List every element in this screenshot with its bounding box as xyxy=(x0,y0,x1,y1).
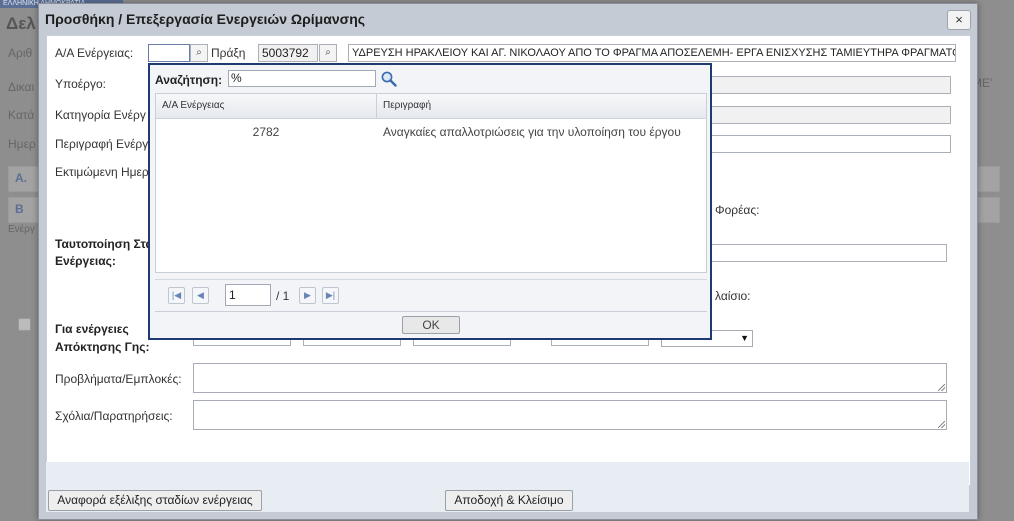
background-label-kata: Κατά xyxy=(8,108,35,122)
katigoria-label: Κατηγορία Ενέργ xyxy=(55,108,146,122)
praxi-description-field: ΥΔΡΕΥΣΗ ΗΡΑΚΛΕΙΟΥ ΚΑΙ ΑΓ. ΝΙΚΟΛΑΟΥ ΑΠΟ Τ… xyxy=(348,44,956,62)
close-button[interactable]: × xyxy=(947,10,971,30)
tautopoiisi-field[interactable] xyxy=(707,244,947,262)
background-row-checkbox[interactable] xyxy=(18,318,31,331)
praxi-code-field: 5003792 xyxy=(258,44,318,62)
pager: |◀ ◀ 1 / 1 ▶ ▶| xyxy=(155,279,707,310)
chevron-down-icon: ▼ xyxy=(740,333,749,343)
page-number-input[interactable]: 1 xyxy=(225,284,271,306)
row-id-cell: 2782 xyxy=(252,125,280,139)
last-page-icon: ▶| xyxy=(325,290,336,300)
resize-handle-icon[interactable] xyxy=(938,384,945,391)
table-row[interactable]: 2782 Αναγκαίες απαλλοτριώσεις για την υλ… xyxy=(156,119,706,145)
background-label-energ: Ενέργ xyxy=(8,224,35,235)
aa-energeias-label: Α/Α Ενέργειας: xyxy=(55,46,134,60)
resize-handle-icon[interactable] xyxy=(938,421,945,428)
gia-energeies-label-line2: Απόκτησης Γης: xyxy=(55,340,150,354)
next-page-icon: ▶ xyxy=(304,290,311,300)
plaisio-label: λαίσιο: xyxy=(715,289,751,303)
background-label-imer: Ημερ xyxy=(8,137,36,151)
praxi-label: Πράξη xyxy=(211,46,246,60)
search-input[interactable]: % xyxy=(228,70,376,87)
tautopoiisi-label-line1: Ταυτοποίηση Στα xyxy=(55,237,153,251)
perigrafi-field[interactable] xyxy=(707,135,951,153)
search-label: Αναζήτηση: xyxy=(155,73,223,87)
praxi-lookup-button[interactable]: ⌕ xyxy=(319,44,337,62)
aa-energeias-lookup-button[interactable]: ⌕ xyxy=(190,44,208,62)
foreas-label: Φορέας: xyxy=(715,203,760,217)
stage-report-button[interactable]: Αναφορά εξέλιξης σταδίων ενέργειας xyxy=(48,490,262,511)
section-a-label: Α. xyxy=(15,171,27,185)
ypoergo-label: Υποέργο: xyxy=(55,77,106,91)
background-label-arith: Αριθ xyxy=(8,46,33,60)
column-header-perigrafi[interactable]: Περιγραφή xyxy=(377,94,706,118)
perigrafi-label: Περιγραφή Ενέργ xyxy=(55,137,149,151)
background-heading: Δελ xyxy=(6,14,36,33)
tautopoiisi-label-line2: Ενέργειας: xyxy=(55,254,116,268)
search-icon: ⌕ xyxy=(325,47,331,58)
dialog-title: Προσθήκη / Επεξεργασία Ενεργειών Ωρίμανσ… xyxy=(45,11,366,27)
background-label-dikai: Δικαι xyxy=(8,80,35,94)
provlimata-label: Προβλήματα/Εμπλοκές: xyxy=(55,372,182,386)
aa-energeias-input[interactable] xyxy=(148,44,190,62)
ektimomeni-label: Εκτιμώμενη Ημερ xyxy=(55,165,149,179)
row-description-cell: Αναγκαίες απαλλοτριώσεις για την υλοποίη… xyxy=(383,125,681,139)
popup-footer-divider xyxy=(155,311,707,312)
prev-page-button[interactable]: ◀ xyxy=(192,287,209,304)
page-total: / 1 xyxy=(276,289,290,303)
last-page-button[interactable]: ▶| xyxy=(322,287,339,304)
column-header-aa[interactable]: Α/Α Ενέργειας xyxy=(156,94,376,118)
sxolia-label: Σχόλια/Παρατηρήσεις: xyxy=(55,409,173,423)
lookup-popup: Αναζήτηση: % Α/Α Ενέργειας Περιγραφή 278… xyxy=(148,63,712,340)
results-grid: Α/Α Ενέργειας Περιγραφή 2782 Αναγκαίες α… xyxy=(155,93,707,273)
next-page-button[interactable]: ▶ xyxy=(299,287,316,304)
section-b-label: Β xyxy=(15,202,24,216)
gia-energeies-label-line1: Για ενέργειες xyxy=(55,322,129,336)
provlimata-textarea[interactable] xyxy=(193,363,947,393)
magnifier-icon[interactable] xyxy=(380,70,398,88)
first-page-button[interactable]: |◀ xyxy=(168,287,185,304)
ok-button[interactable]: OK xyxy=(402,316,460,334)
grid-header: Α/Α Ενέργειας Περιγραφή xyxy=(156,94,706,119)
ypoergo-field xyxy=(707,76,951,94)
search-icon: ⌕ xyxy=(196,47,202,58)
prev-page-icon: ◀ xyxy=(197,290,204,300)
sxolia-textarea[interactable] xyxy=(193,400,947,430)
first-page-icon: |◀ xyxy=(171,290,182,300)
katigoria-field xyxy=(707,106,951,124)
accept-close-button[interactable]: Αποδοχή & Κλείσιμο xyxy=(445,490,573,511)
